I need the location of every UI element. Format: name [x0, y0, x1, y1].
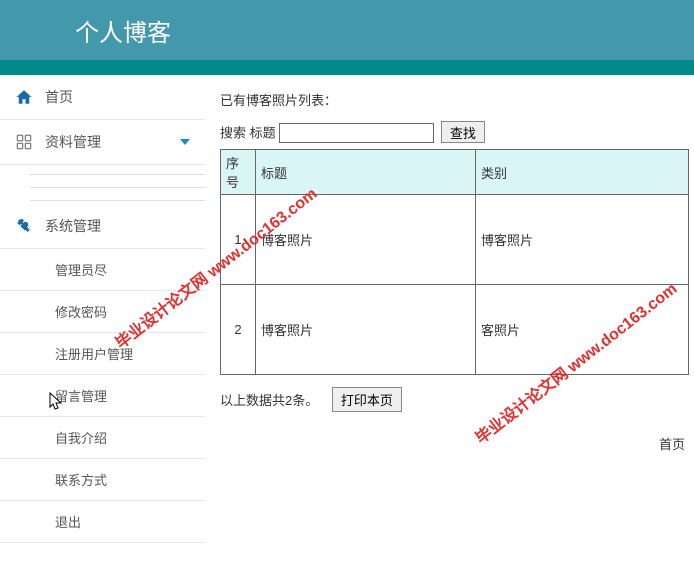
sidebar-label-home: 首页 [45, 87, 73, 107]
submenu-exit[interactable]: 退出 [0, 501, 205, 543]
table-header-row: 序号 标题 类别 [221, 150, 689, 195]
search-label: 搜索 [220, 126, 246, 141]
sidebar-item-system-manage[interactable]: 系统管理 [0, 204, 205, 249]
sidebar-label-sys: 系统管理 [45, 216, 101, 236]
tools-icon [15, 217, 33, 235]
search-button[interactable]: 查找 [441, 121, 485, 143]
cell-seq: 2 [221, 285, 256, 375]
sidebar-sub-placeholder [0, 165, 205, 201]
col-title: 标题 [256, 150, 476, 195]
cell-category: 博客照片 [476, 195, 689, 285]
layout-container: 首页 资料管理 系统管理 管理员尽 修改密码 注册用户管理 留言管理 自我介绍 … [0, 75, 694, 543]
search-row: 搜索 标题 查找 [220, 121, 689, 143]
sidebar-label-data: 资料管理 [45, 132, 101, 152]
col-category: 类别 [476, 150, 689, 195]
print-button[interactable]: 打印本页 [332, 387, 402, 412]
submenu-self-intro[interactable]: 自我介绍 [0, 417, 205, 459]
chevron-down-icon [180, 139, 190, 145]
cell-title: 博客照片 [256, 285, 476, 375]
record-count: 以上数据共2条。 [220, 393, 318, 408]
search-input[interactable] [279, 123, 434, 143]
submenu-message-manage[interactable]: 留言管理 [0, 375, 205, 417]
table-row[interactable]: 1 博客照片 博客照片 [221, 195, 689, 285]
pager-first[interactable]: 首页 [659, 437, 685, 452]
submenu-user-manage[interactable]: 注册用户管理 [0, 333, 205, 375]
cell-seq: 1 [221, 195, 256, 285]
accent-bar [0, 60, 694, 75]
submenu-admin[interactable]: 管理员尽 [0, 249, 205, 291]
submenu-system: 管理员尽 修改密码 注册用户管理 留言管理 自我介绍 联系方式 退出 [0, 249, 205, 543]
app-title: 个人博客 [75, 13, 171, 48]
main-content: 已有博客照片列表： 搜索 标题 查找 序号 标题 类别 1 博客照片 博客照片 [205, 75, 694, 543]
submenu-contact[interactable]: 联系方式 [0, 459, 205, 501]
table-summary-row: 以上数据共2条。 打印本页 [220, 387, 689, 412]
sidebar-item-data-manage[interactable]: 资料管理 [0, 120, 205, 165]
sidebar: 首页 资料管理 系统管理 管理员尽 修改密码 注册用户管理 留言管理 自我介绍 … [0, 75, 205, 543]
cell-category: 客照片 [476, 285, 689, 375]
search-field-label: 标题 [250, 126, 276, 141]
grid-icon [15, 133, 33, 151]
table-row[interactable]: 2 博客照片 客照片 [221, 285, 689, 375]
home-icon [15, 88, 33, 106]
data-table: 序号 标题 类别 1 博客照片 博客照片 2 博客照片 客照片 [220, 149, 689, 375]
cell-title: 博客照片 [256, 195, 476, 285]
submenu-change-password[interactable]: 修改密码 [0, 291, 205, 333]
col-seq: 序号 [221, 150, 256, 195]
list-title: 已有博客照片列表： [220, 90, 689, 109]
app-header: 个人博客 [0, 0, 694, 60]
pager: 首页 [220, 434, 689, 453]
sidebar-item-home[interactable]: 首页 [0, 75, 205, 120]
